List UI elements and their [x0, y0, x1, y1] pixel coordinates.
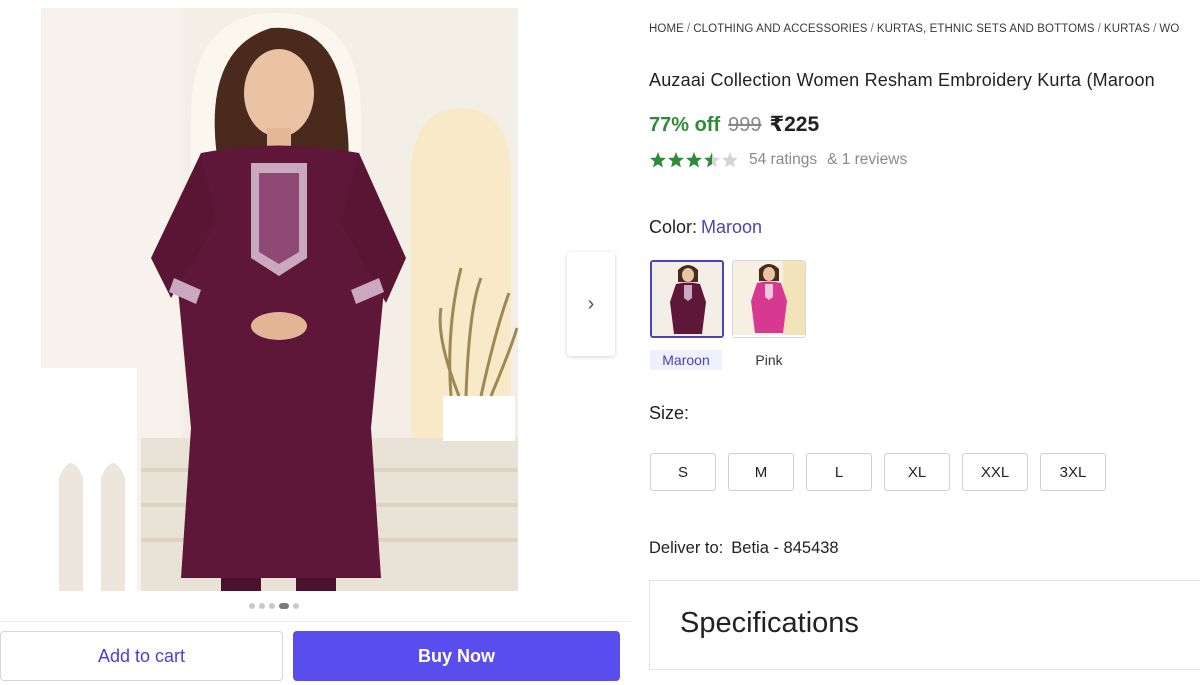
breadcrumb-kurtas[interactable]: KURTAS: [1104, 23, 1150, 35]
size-l-button[interactable]: L: [806, 453, 872, 491]
star-icon: [722, 152, 738, 168]
add-to-cart-button[interactable]: Add to cart: [0, 631, 283, 681]
delivery-location: Betia - 845438: [731, 539, 839, 557]
next-image-button[interactable]: ›: [567, 252, 615, 356]
gallery-dot[interactable]: [293, 603, 299, 609]
price-row: 77% off 999 ₹225: [649, 112, 819, 137]
star-icon: [686, 152, 702, 168]
color-option-pink-label[interactable]: Pink: [732, 350, 806, 370]
deliver-to-label: Deliver to:: [649, 539, 724, 557]
pink-thumbnail: [733, 261, 805, 335]
breadcrumb: HOME / CLOTHING AND ACCESSORIES / KURTAS, ET…: [649, 23, 1180, 35]
product-photo: [41, 8, 518, 591]
color-label-text: Color:: [649, 217, 698, 237]
color-swatch-pink[interactable]: [732, 260, 806, 338]
selected-color: Maroon: [701, 217, 763, 237]
selling-price: ₹225: [769, 113, 820, 136]
breadcrumb-kurtas-ethnic-sets[interactable]: KURTAS, ETHNIC SETS AND BOTTOMS: [877, 23, 1095, 35]
purchase-bar: Add to cart Buy Now: [0, 621, 631, 685]
size-3xl-button[interactable]: 3XL: [1040, 453, 1106, 491]
gallery-dot-active[interactable]: [279, 603, 289, 609]
size-options: S M L XL XXL 3XL: [650, 453, 1106, 491]
star-icon: [650, 152, 666, 168]
color-label: Color: Maroon: [649, 217, 762, 238]
color-swatch-maroon[interactable]: [650, 260, 724, 338]
gallery-dot[interactable]: [259, 603, 265, 609]
size-s-button[interactable]: S: [650, 453, 716, 491]
rating-row[interactable]: 54 ratings & 1 reviews: [649, 151, 907, 169]
star-rating: [649, 151, 739, 169]
breadcrumb-clothing[interactable]: CLOTHING AND ACCESSORIES: [693, 23, 867, 35]
chevron-right-icon: ›: [587, 292, 595, 315]
maroon-thumbnail: [652, 262, 722, 336]
specifications-title: Specifications: [680, 607, 859, 639]
star-icon: [704, 152, 720, 168]
star-icon: [668, 152, 684, 168]
gallery-dot[interactable]: [269, 603, 275, 609]
product-main-image[interactable]: [41, 8, 518, 591]
product-title: Auzaai Collection Women Resham Embroider…: [649, 70, 1155, 90]
mrp-price: 999: [728, 114, 762, 136]
size-xxl-button[interactable]: XXL: [962, 453, 1028, 491]
size-label: Size:: [649, 403, 690, 423]
specifications-section[interactable]: Specifications: [649, 580, 1200, 670]
breadcrumb-home[interactable]: HOME: [649, 23, 684, 35]
size-xl-button[interactable]: XL: [884, 453, 950, 491]
color-option-maroon-label[interactable]: Maroon: [650, 350, 722, 370]
discount-badge: 77% off: [649, 114, 721, 136]
breadcrumb-women[interactable]: WO: [1159, 23, 1179, 35]
gallery-pagination: [249, 603, 299, 609]
ratings-count: 54 ratings: [749, 151, 818, 168]
size-m-button[interactable]: M: [728, 453, 794, 491]
buy-now-button[interactable]: Buy Now: [293, 631, 620, 681]
reviews-count: & 1 reviews: [827, 151, 908, 168]
gallery-dot[interactable]: [249, 603, 255, 609]
delivery-info[interactable]: Deliver to: Betia - 845438: [649, 539, 839, 558]
